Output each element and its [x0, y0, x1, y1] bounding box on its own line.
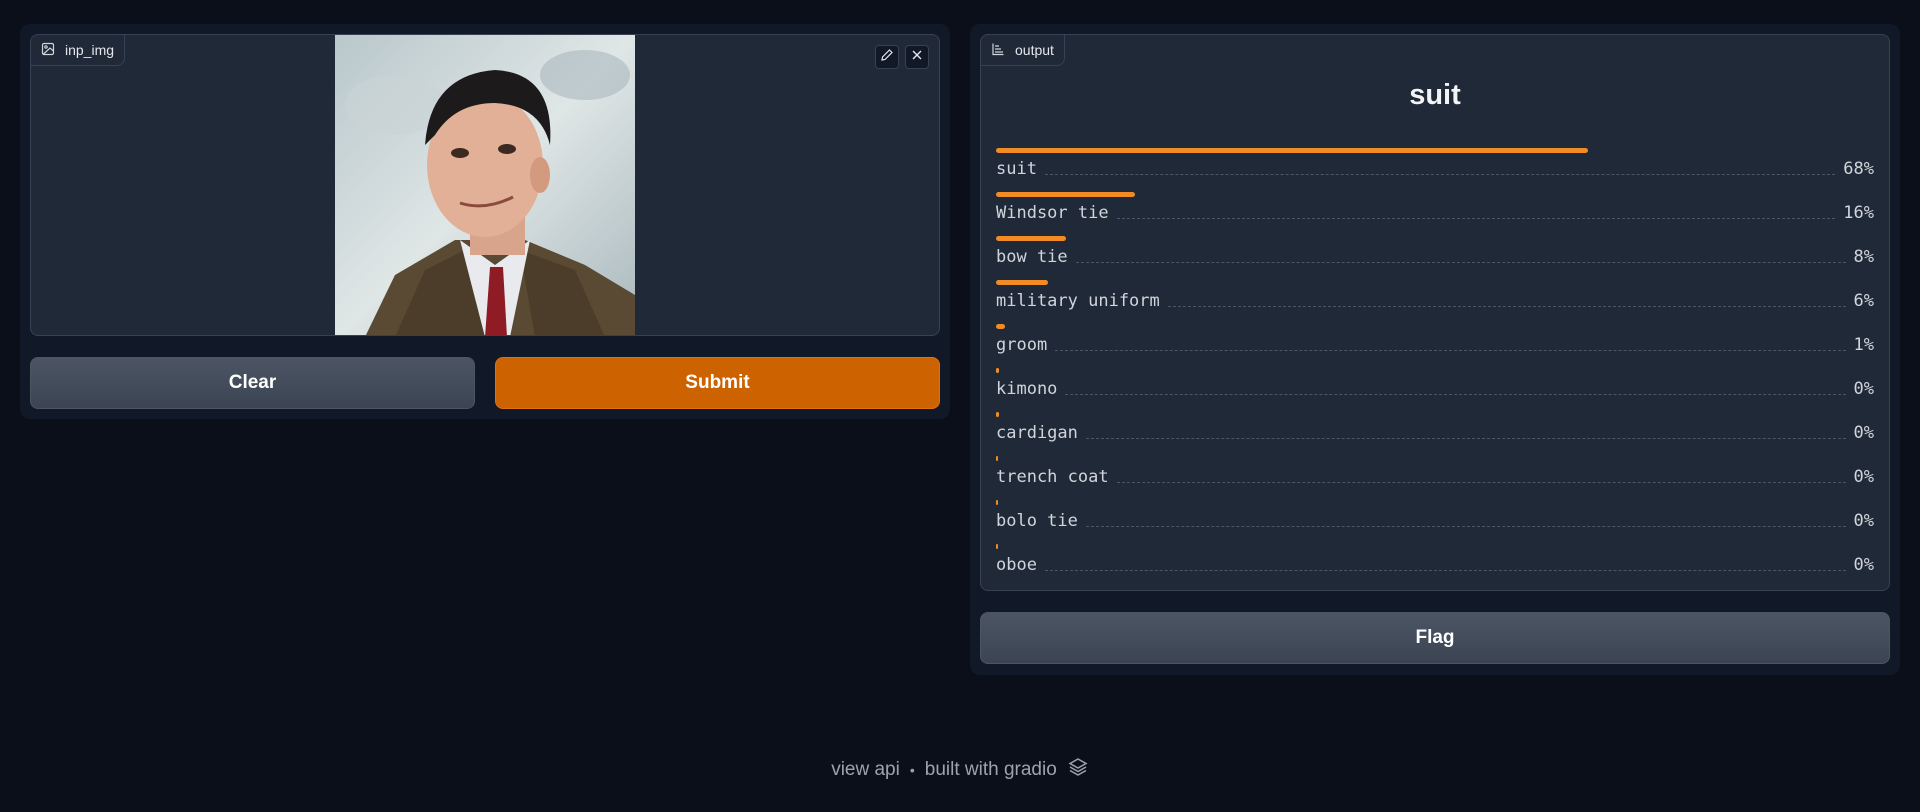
built-with-gradio-link[interactable]: built with gradio	[925, 759, 1057, 781]
confidence-percent: 0%	[1853, 467, 1874, 487]
submit-button[interactable]: Submit	[495, 357, 940, 409]
confidence-percent: 6%	[1853, 291, 1874, 311]
confidence-percent: 0%	[1853, 555, 1874, 575]
close-icon	[910, 48, 924, 67]
confidence-dots	[1065, 393, 1846, 395]
confidence-percent: 0%	[1853, 379, 1874, 399]
confidence-label: bolo tie	[996, 511, 1078, 531]
confidence-row-text: bolo tie 0%	[996, 511, 1874, 531]
gradio-logo-icon	[1067, 756, 1089, 784]
confidence-row: military uniform 6%	[996, 280, 1874, 324]
image-input-label: inp_img	[31, 35, 126, 66]
footer-separator: •	[909, 762, 915, 778]
image-input-label-text: inp_img	[65, 42, 115, 58]
confidence-row: oboe 0%	[996, 544, 1874, 588]
confidence-bar	[996, 192, 1135, 197]
confidence-bar	[996, 368, 999, 373]
confidence-dots	[1044, 569, 1846, 571]
footer: view api • built with gradio	[0, 756, 1920, 784]
confidence-dots	[1085, 437, 1846, 439]
output-label: output	[980, 34, 1065, 66]
confidence-percent: 0%	[1853, 511, 1874, 531]
confidence-row-text: oboe 0%	[996, 555, 1874, 575]
confidence-dots	[1075, 261, 1846, 263]
label-icon	[991, 42, 1005, 59]
confidence-bar	[996, 148, 1588, 153]
confidence-row-text: trench coat 0%	[996, 467, 1874, 487]
confidence-row: bolo tie 0%	[996, 500, 1874, 544]
confidence-label: kimono	[996, 379, 1058, 399]
confidence-bar	[996, 412, 999, 417]
confidence-row-text: Windsor tie 16%	[996, 203, 1874, 223]
flag-button[interactable]: Flag	[980, 612, 1890, 664]
remove-image-button[interactable]	[905, 45, 929, 69]
confidence-label: groom	[996, 335, 1048, 355]
uploaded-photo	[335, 35, 635, 335]
output-panel: output suit suit 68% Windsor tie 16% bow tie…	[970, 24, 1900, 675]
confidence-bar	[996, 500, 998, 505]
top-prediction: suit	[1409, 79, 1461, 111]
confidence-row: bow tie 8%	[996, 236, 1874, 280]
confidence-row: kimono 0%	[996, 368, 1874, 412]
confidence-bar	[996, 544, 998, 549]
confidence-label: trench coat	[996, 467, 1109, 487]
confidence-percent: 0%	[1853, 423, 1874, 443]
confidence-list: suit 68% Windsor tie 16% bow tie 8% military u…	[996, 148, 1874, 588]
confidence-bar	[996, 324, 1005, 329]
confidence-label: cardigan	[996, 423, 1078, 443]
image-input-block[interactable]: inp_img	[30, 34, 940, 336]
confidence-row-text: military uniform 6%	[996, 291, 1874, 311]
confidence-row-text: bow tie 8%	[996, 247, 1874, 267]
confidence-dots	[1085, 525, 1846, 527]
confidence-dots	[1044, 173, 1836, 175]
confidence-dots	[1055, 349, 1846, 351]
label-output-block: output suit suit 68% Windsor tie 16% bow tie…	[980, 34, 1890, 591]
clear-button[interactable]: Clear	[30, 357, 475, 409]
view-api-link[interactable]: view api	[831, 759, 900, 781]
output-label-text: output	[1015, 42, 1054, 58]
confidence-label: military uniform	[996, 291, 1160, 311]
image-tools	[875, 45, 929, 69]
confidence-label: Windsor tie	[996, 203, 1109, 223]
confidence-row-text: suit 68%	[996, 159, 1874, 179]
image-icon	[41, 42, 55, 59]
confidence-percent: 16%	[1843, 203, 1874, 223]
confidence-row-text: groom 1%	[996, 335, 1874, 355]
confidence-percent: 8%	[1853, 247, 1874, 267]
confidence-dots	[1167, 305, 1846, 307]
confidence-row-text: kimono 0%	[996, 379, 1874, 399]
confidence-row-text: cardigan 0%	[996, 423, 1874, 443]
input-panel: inp_img Clear Submit	[20, 24, 950, 419]
confidence-percent: 1%	[1853, 335, 1874, 355]
edit-button[interactable]	[875, 45, 899, 69]
confidence-row: Windsor tie 16%	[996, 192, 1874, 236]
confidence-row: groom 1%	[996, 324, 1874, 368]
confidence-percent: 68%	[1843, 159, 1874, 179]
confidence-dots	[1116, 217, 1836, 219]
confidence-bar	[996, 456, 998, 461]
confidence-row: cardigan 0%	[996, 412, 1874, 456]
confidence-dots	[1116, 481, 1846, 483]
confidence-bar	[996, 280, 1048, 285]
edit-icon	[880, 48, 894, 67]
confidence-bar	[996, 236, 1066, 241]
confidence-label: suit	[996, 159, 1037, 179]
confidence-row: trench coat 0%	[996, 456, 1874, 500]
confidence-label: oboe	[996, 555, 1037, 575]
confidence-row: suit 68%	[996, 148, 1874, 192]
confidence-label: bow tie	[996, 247, 1068, 267]
